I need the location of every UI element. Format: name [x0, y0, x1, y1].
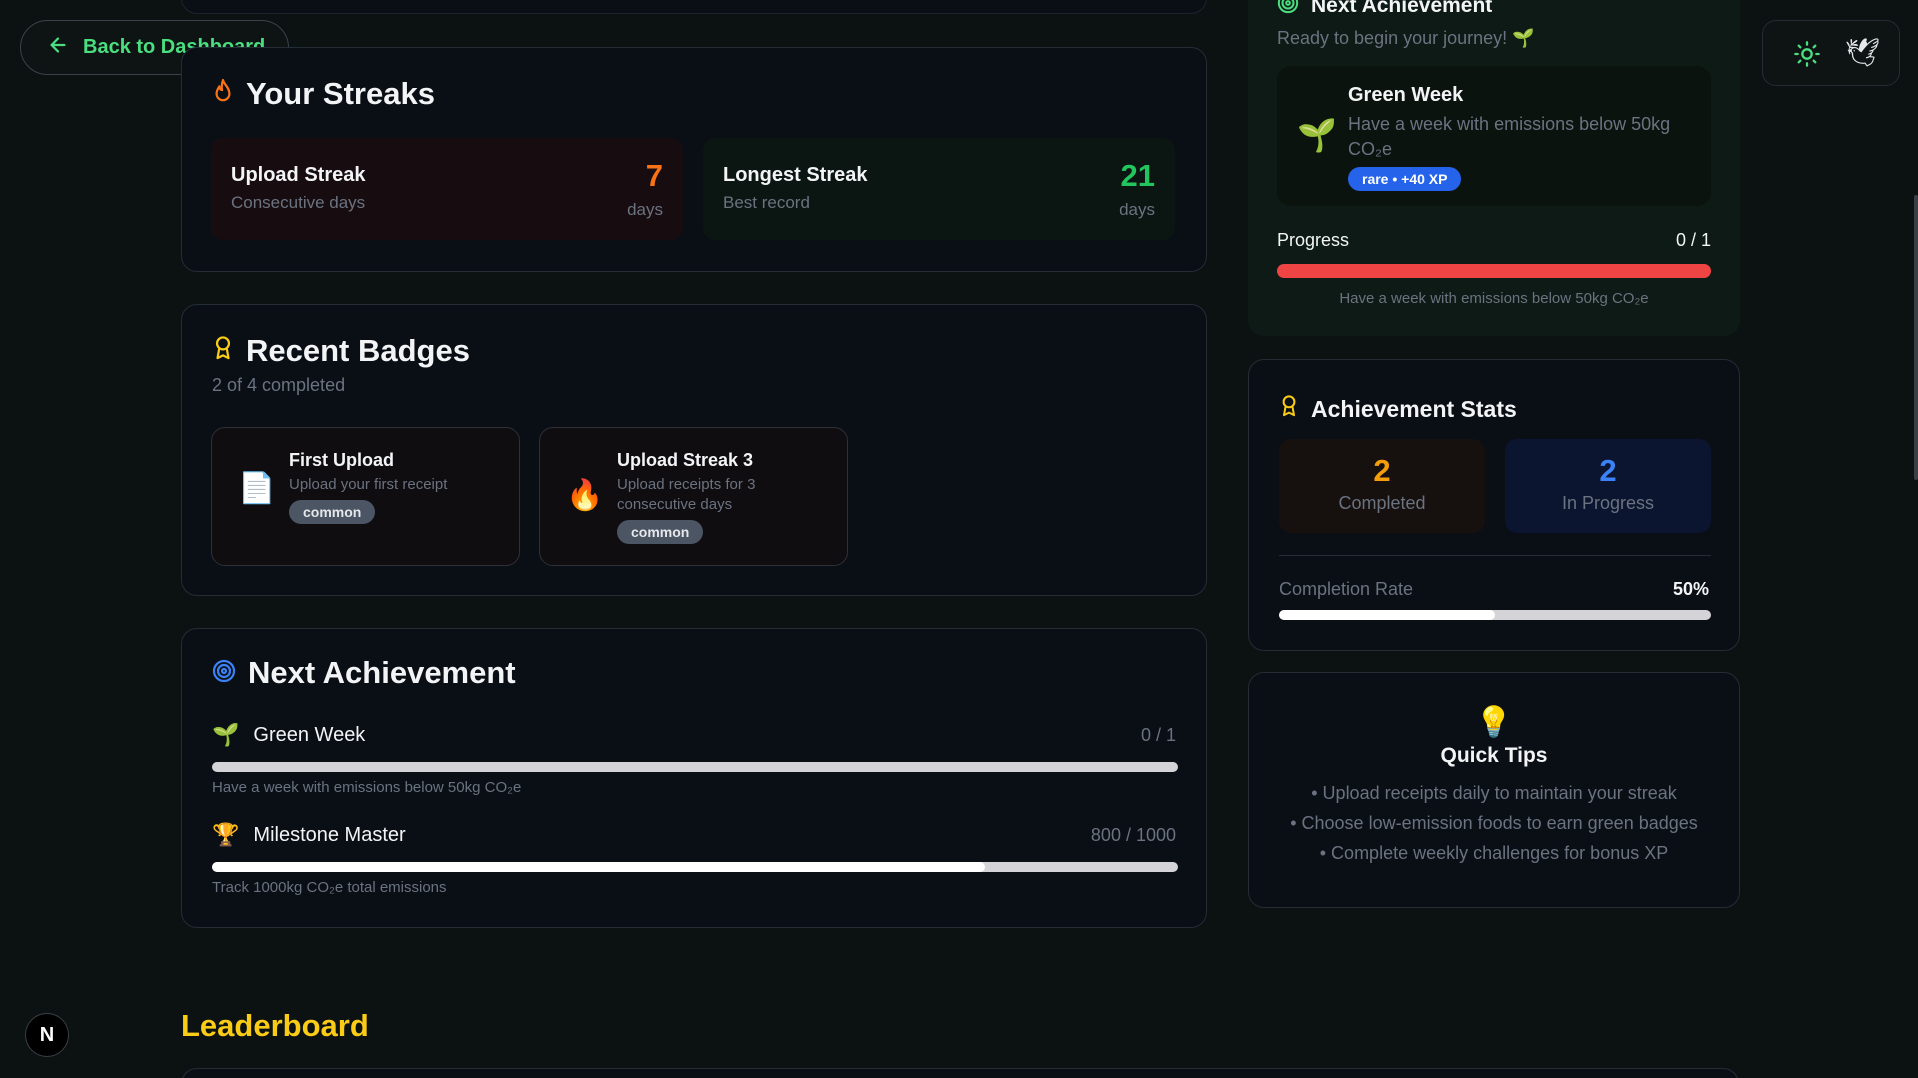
badges-title: Recent Badges: [246, 333, 470, 368]
badges-header: Recent Badges: [212, 333, 470, 369]
previous-card-edge: [181, 0, 1207, 14]
upload-streak-unit: days: [627, 200, 663, 219]
achievement-count: 800 / 1000: [1090, 825, 1176, 845]
completed-label: Completed: [1338, 493, 1426, 513]
upload-streak-label: Upload Streak: [231, 164, 366, 186]
green-week-desc: Have a week with emissions below 50kg CO…: [1348, 114, 1671, 159]
flame-icon: [212, 76, 234, 112]
sun-icon[interactable]: [1793, 40, 1821, 73]
achievement-progress-bar: [212, 862, 1178, 872]
upload-streak-value: 7: [645, 158, 663, 193]
achievement-name: Milestone Master: [253, 823, 406, 846]
avatar-icon[interactable]: 🕊: [1845, 36, 1881, 69]
tip-line: • Upload receipts daily to maintain your…: [1311, 783, 1677, 803]
in-progress-stat-box: 2 In Progress: [1505, 439, 1711, 533]
longest-streak-sub: Best record: [723, 193, 810, 212]
leaderboard-title: Leaderboard: [181, 1008, 369, 1043]
in-progress-label: In Progress: [1561, 493, 1655, 513]
badges-subtitle: 2 of 4 completed: [212, 375, 346, 395]
badge-rarity: common: [617, 520, 704, 544]
achievement-desc: Have a week with emissions below 50kg CO…: [212, 779, 522, 796]
side-progress-bar: [1277, 264, 1711, 278]
achievement-name: Green Week: [253, 723, 366, 746]
side-next-header: Next Achievement: [1277, 0, 1492, 20]
next-achievement-header: Next Achievement: [212, 655, 516, 691]
stats-divider: [1279, 555, 1711, 556]
seedling-icon: 🌱: [1297, 117, 1337, 153]
completed-stat-box: 2 Completed: [1279, 439, 1485, 533]
longest-streak-value: 21: [1120, 158, 1155, 193]
next-achievement-title: Next Achievement: [248, 655, 516, 690]
document-icon: 📄: [238, 472, 276, 505]
quick-tips-card: 💡 Quick Tips • Upload receipts daily to …: [1248, 672, 1740, 908]
completion-rate-label: Completion Rate: [1279, 579, 1414, 599]
leaderboard-card: [181, 1068, 1739, 1078]
achievement-count: 0 / 1: [1140, 725, 1176, 745]
dev-indicator-label: N: [39, 1023, 55, 1046]
completed-value: 2: [1373, 453, 1391, 488]
achievement-desc: Track 1000kg CO₂e total emissions: [212, 879, 447, 896]
stats-header: Achievement Stats: [1279, 394, 1517, 424]
tip-line: • Complete weekly challenges for bonus X…: [1319, 843, 1669, 863]
completion-rate-value: 50%: [1672, 579, 1709, 599]
badge-title: First Upload: [289, 450, 395, 470]
lightbulb-icon: 💡: [1475, 706, 1513, 739]
next-achievement-card: Next Achievement 🌱 Green Week 0 / 1 Have…: [181, 628, 1207, 928]
green-week-card[interactable]: 🌱 Green Week Have a week with emissions …: [1277, 66, 1711, 206]
award-icon: [1279, 394, 1299, 424]
side-progress-count: 0 / 1: [1675, 230, 1711, 250]
upload-streak-sub: Consecutive days: [231, 193, 366, 212]
side-next-title: Next Achievement: [1311, 0, 1493, 17]
achievement-progress-bar: [212, 762, 1178, 772]
longest-streak-label: Longest Streak: [723, 164, 868, 186]
badge-desc: Upload receipts for 3 consecutive days: [617, 476, 756, 513]
award-icon: [212, 333, 234, 369]
trophy-icon: 🏆: [212, 822, 240, 847]
side-next-tagline: Ready to begin your journey! 🌱: [1277, 28, 1535, 48]
completion-rate-fill: [1279, 610, 1495, 620]
side-progress-footnote: Have a week with emissions below 50kg CO…: [1339, 290, 1649, 307]
rarity-xp-pill: rare • +40 XP: [1348, 167, 1462, 191]
longest-streak-box: Longest Streak Best record 21 days: [703, 138, 1175, 240]
target-icon: [212, 655, 236, 691]
completion-rate-bar: [1279, 610, 1711, 620]
theme-toggle-group: 🕊: [1762, 20, 1900, 86]
tips-list: • Upload receipts daily to maintain your…: [1249, 778, 1739, 868]
badge-title: Upload Streak 3: [617, 450, 754, 470]
green-week-title: Green Week: [1348, 84, 1464, 106]
tip-line: • Choose low-emission foods to earn gree…: [1290, 813, 1698, 833]
tips-title: Quick Tips: [1440, 744, 1548, 767]
streaks-title: Your Streaks: [246, 76, 435, 111]
badge-desc: Upload your first receipt: [289, 476, 448, 493]
badge-card[interactable]: 📄 First Upload Upload your first receipt…: [211, 427, 520, 566]
side-progress-label: Progress: [1277, 230, 1350, 250]
seedling-icon: 🌱: [212, 722, 240, 747]
upload-streak-box: Upload Streak Consecutive days 7 days: [211, 138, 683, 240]
longest-streak-unit: days: [1119, 200, 1155, 219]
stats-title: Achievement Stats: [1311, 395, 1517, 422]
achievement-progress-fill: [212, 862, 985, 872]
page-scrollbar[interactable]: [1914, 195, 1918, 480]
fire-icon: 🔥: [566, 479, 604, 512]
dev-indicator-button[interactable]: N: [25, 1013, 69, 1057]
badge-rarity: common: [289, 500, 376, 524]
in-progress-value: 2: [1599, 453, 1617, 488]
achievement-row-title: 🌱 Green Week: [212, 722, 365, 748]
achievements-page: Back to Dashboard Your Streaks Upload St…: [0, 0, 1918, 1078]
badge-card[interactable]: 🔥 Upload Streak 3 Upload receipts for 3 …: [539, 427, 848, 566]
target-icon: [1277, 0, 1299, 20]
streaks-header: Your Streaks: [212, 76, 435, 112]
achievement-row-title: 🏆 Milestone Master: [212, 822, 406, 848]
arrow-left-icon: [47, 34, 69, 62]
